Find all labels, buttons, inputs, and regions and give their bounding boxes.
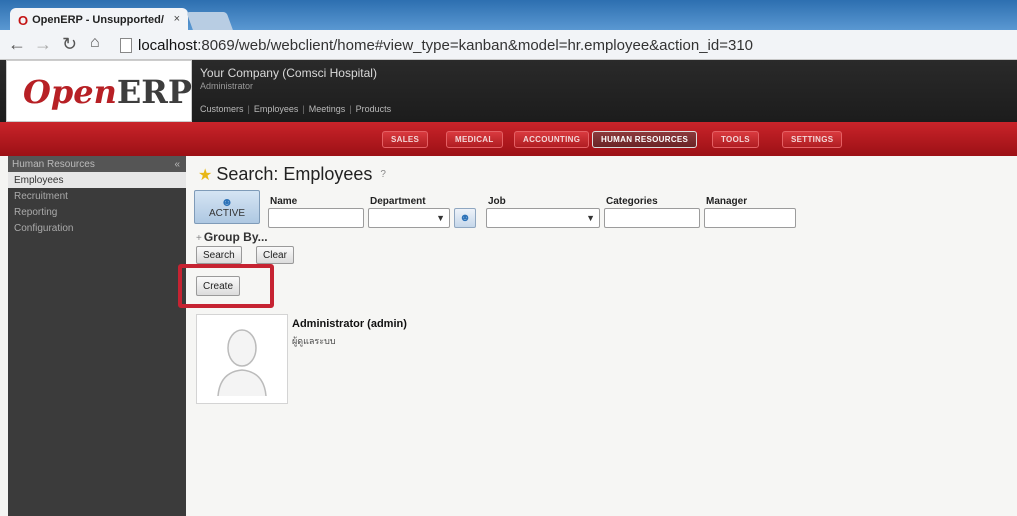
chevron-down-icon: ▼ [586,213,595,223]
sidebar-item-configuration[interactable]: Configuration [8,220,186,236]
logo-erp: ERP [116,73,192,111]
menu-settings[interactable]: SETTINGS [782,131,843,148]
menu-accounting[interactable]: ACCOUNTING [514,131,590,148]
browser-toolbar: ← → ↻ ⌂ localhost :8069/web/webclient/ho… [0,30,1017,60]
logo[interactable]: OpenERP [6,60,192,122]
sidebar-item-recruitment[interactable]: Recruitment [8,188,186,204]
name-label: Name [270,196,298,207]
department-label: Department [370,196,426,207]
department-select[interactable]: ▼ [368,208,450,228]
sidebar-item-employees[interactable]: Employees [8,172,186,188]
user-name: Administrator [200,81,254,91]
employee-job-title: ผู้ดูแลระบบ [292,336,336,346]
sidebar-header-label: Human Resources [12,158,95,170]
department-filter-button[interactable]: ☻ [454,208,476,228]
shortcut-products[interactable]: Products [356,104,392,114]
sidebar: Human Resources « Employees Recruitment … [8,156,186,516]
create-button[interactable]: Create [196,276,241,296]
categories-label: Categories [606,196,658,207]
group-by-toggle[interactable]: + Group By... [196,230,268,244]
back-icon[interactable]: ← [8,34,26,55]
home-icon[interactable]: ⌂ [90,34,100,52]
star-icon[interactable]: ★ [198,165,212,185]
page-title: ★ Search: Employees ? [198,164,386,185]
address-bar[interactable]: localhost :8069/web/webclient/home#view_… [120,34,1000,56]
sidebar-header: Human Resources « [8,156,186,172]
company-name: Your Company (Comsci Hospital) [200,66,377,80]
menu-medical[interactable]: MEDICAL [446,131,503,148]
menu-human-resources[interactable]: HUMAN RESOURCES [592,131,698,148]
job-label: Job [488,196,506,207]
shortcut-meetings[interactable]: Meetings [309,104,346,114]
shortcuts-bar: Customers | Employees | Meetings | Products [200,104,392,114]
reload-icon[interactable]: ↻ [62,34,77,55]
person-icon: ☻ [459,212,471,224]
close-tab-icon[interactable]: × [174,13,180,25]
employee-photo[interactable] [196,314,288,404]
tab-title: OpenERP - Unsupported/ [32,14,164,26]
page-title-text: Search: Employees [216,164,373,184]
chevron-down-icon: ▼ [436,213,445,223]
browser-tab[interactable]: O OpenERP - Unsupported/ × [10,8,188,32]
active-filter-button[interactable]: ☻ ACTIVE [194,190,260,224]
page-icon [120,37,132,53]
employee-name[interactable]: Administrator (admin) [292,318,407,330]
help-icon[interactable]: ? [380,169,386,180]
search-button[interactable]: Search [196,246,242,264]
categories-field[interactable] [604,208,700,228]
job-select[interactable]: ▼ [486,208,600,228]
forward-icon[interactable]: → [34,34,52,55]
browser-tab-strip: O OpenERP - Unsupported/ × [0,0,1017,32]
shortcut-customers[interactable]: Customers [200,104,244,114]
name-field[interactable] [268,208,364,228]
app-header: OpenERP Your Company (Comsci Hospital) A… [0,60,1017,122]
url-host: localhost [138,36,198,54]
url-path: :8069/web/webclient/home#view_type=kanba… [197,36,754,54]
clear-button[interactable]: Clear [256,246,294,264]
menu-tools[interactable]: TOOLS [712,131,759,148]
avatar-icon [217,329,267,396]
person-icon: ☻ [220,194,234,209]
manager-field[interactable] [704,208,796,228]
menu-sales[interactable]: SALES [382,131,429,148]
main-menu-bar: SALES MEDICAL ACCOUNTING HUMAN RESOURCES… [0,122,1017,156]
manager-label: Manager [706,196,748,207]
collapse-icon[interactable]: « [174,159,180,170]
logo-open: Open [23,73,117,111]
opera-logo-icon: O [18,12,29,28]
sidebar-item-reporting[interactable]: Reporting [8,204,186,220]
shortcut-employees[interactable]: Employees [254,104,299,114]
new-tab-button[interactable] [186,12,234,32]
active-filter-label: ACTIVE [208,207,246,219]
group-by-label: Group By... [203,230,268,244]
main-content: ★ Search: Employees ? ☻ ACTIVE Name Depa… [178,156,1017,516]
